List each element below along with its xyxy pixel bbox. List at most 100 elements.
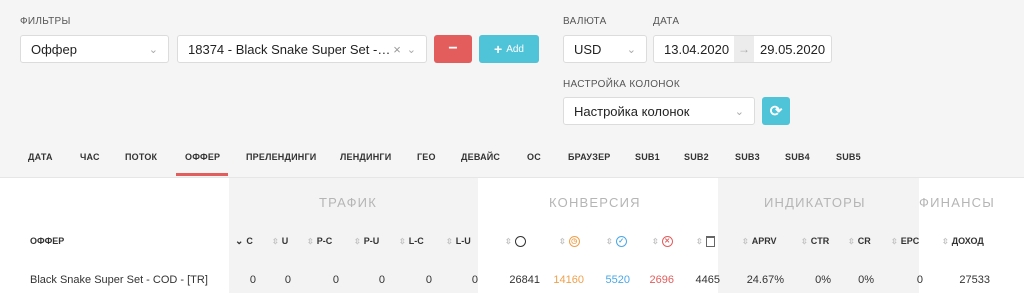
cell-lu: 0 [471, 274, 478, 286]
col-aprv[interactable]: ⇳ APRV [742, 236, 777, 246]
tab-offer[interactable]: ОФФЕР [185, 152, 220, 162]
tab-sub1[interactable]: SUB1 [635, 152, 660, 162]
currency-value: USD [574, 41, 602, 57]
col-u[interactable]: ⇳ U [272, 236, 288, 246]
cell-aprv: 24.67% [746, 274, 784, 286]
filter-type-value: Оффер [31, 41, 77, 57]
tab-os[interactable]: ОС [527, 152, 541, 162]
sort-desc-icon: ⌄ [235, 236, 244, 247]
col-ctr[interactable]: ⇳ CTR [801, 236, 829, 246]
chevron-down-icon: ⌄ [626, 43, 636, 56]
tab-prelandings[interactable]: ПРЕЛЕНДИНГИ [246, 152, 316, 162]
col-lc-label: L-C [408, 236, 424, 246]
check-circle-icon: ✓ [615, 236, 627, 248]
cell-lc: 0 [425, 274, 432, 286]
active-tab-indicator [176, 173, 228, 176]
col-aprv-label: APRV [751, 236, 777, 246]
refresh-button[interactable]: ⟳ [762, 97, 790, 125]
date-from[interactable]: 13.04.2020 [654, 42, 734, 57]
cell-epc: 0 [916, 274, 923, 286]
date-label: ДАТА [653, 16, 680, 27]
col-cr-label: CR [857, 236, 871, 246]
circle-icon [514, 236, 526, 248]
col-income-label: ДОХОД [951, 236, 984, 246]
clock-icon: ◷ [568, 236, 580, 248]
col-pc-label: P-C [316, 236, 333, 246]
col-epc[interactable]: ⇳ EPC [891, 236, 919, 246]
tab-landings[interactable]: ЛЕНДИНГИ [340, 152, 391, 162]
tab-date[interactable]: ДАТА [28, 152, 53, 162]
col-epc-label: EPC [900, 236, 920, 246]
col-pu[interactable]: ⇳ P-U [354, 236, 379, 246]
cell-pu: 0 [378, 274, 385, 286]
col-ctr-label: CTR [810, 236, 830, 246]
col-total[interactable]: ⇳ [505, 236, 526, 248]
tab-hour[interactable]: ЧАС [80, 152, 100, 162]
sort-icon: ⇳ [399, 237, 406, 246]
cell-total: 26841 [509, 274, 540, 286]
tab-stream[interactable]: ПОТОК [125, 152, 157, 162]
date-to[interactable]: 29.05.2020 [754, 42, 825, 57]
sort-icon: ⇳ [446, 237, 453, 246]
columns-value: Настройка колонок [574, 103, 690, 119]
sort-icon: ⇳ [652, 237, 659, 246]
add-filter-button[interactable]: + Add [479, 35, 539, 63]
cell-approved: 5520 [605, 274, 630, 286]
cell-cr: 0% [858, 274, 874, 286]
cell-c: 0 [249, 274, 256, 286]
filter-type-select[interactable]: Оффер ⌄ [20, 35, 169, 63]
sort-icon: ⇳ [354, 237, 361, 246]
filters-label: ФИЛЬТРЫ [20, 16, 71, 27]
col-hold[interactable]: ⇳ ◷ [559, 236, 580, 248]
sort-icon: ⇳ [272, 237, 279, 246]
cell-offer[interactable]: Black Snake Super Set - COD - [TR] [30, 274, 208, 286]
columns-label: НАСТРОЙКА КОЛОНОК [563, 79, 681, 90]
sort-icon: ⇳ [606, 237, 613, 246]
tab-browser[interactable]: БРАУЗЕР [568, 152, 610, 162]
remove-filter-button[interactable]: − [434, 35, 472, 63]
col-c[interactable]: ⌄ C [235, 236, 253, 247]
tab-sub4[interactable]: SUB4 [785, 152, 810, 162]
offer-select[interactable]: 18374 - Black Snake Super Set - COD... ×… [177, 35, 427, 63]
columns-select[interactable]: Настройка колонок ⌄ [563, 97, 755, 125]
col-rejected[interactable]: ⇳ ✕ [652, 236, 673, 248]
col-income[interactable]: ⇳ ДОХОД [942, 236, 984, 246]
date-range[interactable]: 13.04.2020 → 29.05.2020 [653, 35, 832, 63]
col-lc[interactable]: ⇳ L-C [399, 236, 424, 246]
traffic-group-title: ТРАФИК [319, 195, 377, 210]
col-lu[interactable]: ⇳ L-U [446, 236, 471, 246]
sort-icon: ⇳ [307, 237, 314, 246]
cell-pc: 0 [332, 274, 339, 286]
report-tabs: ДАТА ЧАС ПОТОК ОФФЕР ПРЕЛЕНДИНГИ ЛЕНДИНГ… [0, 148, 1024, 178]
sort-icon: ⇳ [559, 237, 566, 246]
tab-sub3[interactable]: SUB3 [735, 152, 760, 162]
sort-icon: ⇳ [801, 237, 808, 246]
plus-icon: + [494, 41, 503, 57]
currency-select[interactable]: USD ⌄ [563, 35, 647, 63]
tab-geo[interactable]: ГЕО [417, 152, 436, 162]
chevron-down-icon: ⌄ [734, 105, 744, 118]
col-offer: ОФФЕР [30, 236, 65, 246]
cell-hold: 14160 [553, 274, 584, 286]
sort-icon: ⇳ [891, 237, 898, 246]
x-circle-icon: ✕ [661, 236, 673, 248]
cell-rejected: 2696 [649, 274, 674, 286]
clear-icon[interactable]: × [393, 42, 401, 57]
tab-device[interactable]: ДЕВАЙС [461, 152, 500, 162]
chevron-down-icon: ⌄ [406, 43, 416, 56]
col-lu-label: L-U [455, 236, 471, 246]
add-button-label: Add [506, 43, 524, 55]
col-approved[interactable]: ⇳ ✓ [606, 236, 627, 248]
col-cr[interactable]: ⇳ CR [848, 236, 871, 246]
col-pc[interactable]: ⇳ P-C [307, 236, 332, 246]
cell-ctr: 0% [815, 274, 831, 286]
arrow-right-icon: → [734, 36, 754, 62]
tab-sub5[interactable]: SUB5 [836, 152, 861, 162]
cell-u: 0 [284, 274, 291, 286]
tab-sub2[interactable]: SUB2 [684, 152, 709, 162]
refresh-icon: ⟳ [769, 103, 783, 120]
sort-icon: ⇳ [696, 237, 703, 246]
col-trash[interactable]: ⇳ [696, 236, 715, 248]
chevron-down-icon: ⌄ [148, 43, 158, 56]
cell-trash: 4465 [695, 274, 720, 286]
